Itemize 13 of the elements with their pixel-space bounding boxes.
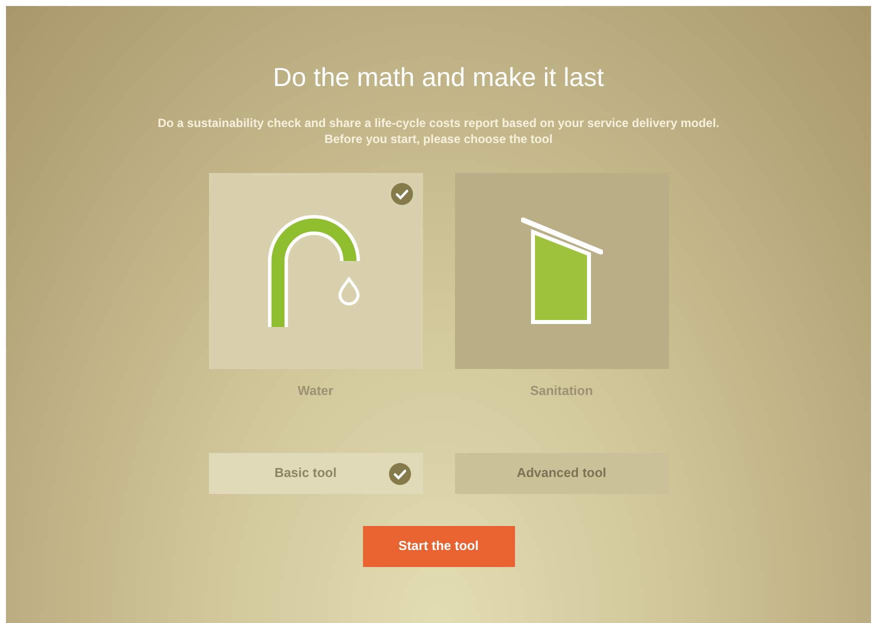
tool-option[interactable]: Basic tool <box>208 452 422 494</box>
intro-text: Do a sustainability check and share a life-cycle costs report based on your service delivery model. <box>158 115 720 131</box>
sector-label: Sanitation <box>530 382 593 400</box>
checkmark-icon <box>390 183 412 205</box>
tool-option[interactable]: Advanced tool <box>454 452 668 494</box>
page-title: Do the math and make it last <box>273 61 604 94</box>
latrine-icon <box>520 216 602 326</box>
start-button[interactable]: Start the tool <box>362 526 514 566</box>
intro-text: Before you start, please choose the tool <box>324 131 553 147</box>
sector-card[interactable] <box>208 173 422 369</box>
checkmark-icon <box>388 462 410 484</box>
sector-label: Water <box>298 382 334 400</box>
sector-card[interactable] <box>454 173 668 369</box>
